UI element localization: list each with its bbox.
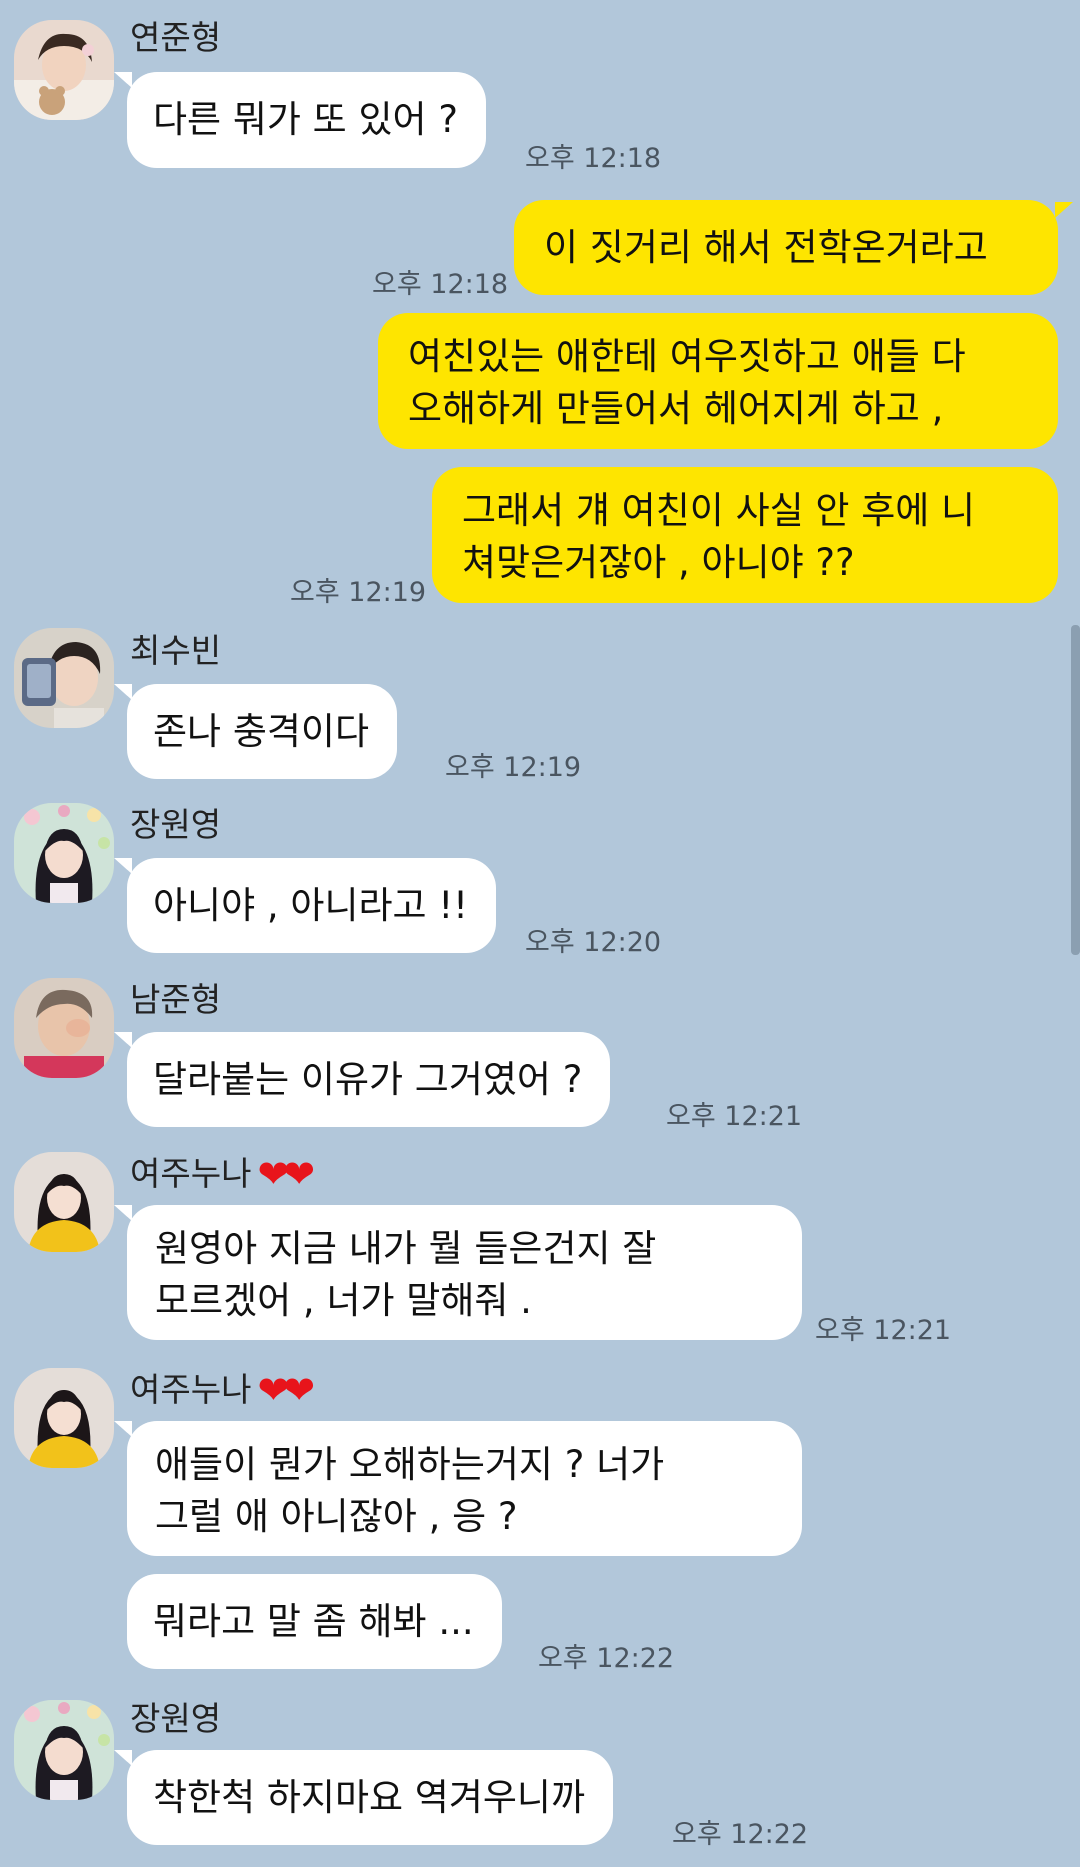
bubble-tail: [1055, 202, 1073, 218]
message-text-line: 원영아 지금 내가 뭘 들은건지 잘: [155, 1227, 657, 1270]
bubble-tail: [114, 1421, 132, 1437]
message-bubble-outgoing[interactable]: 그래서 걔 여친이 사실 안 후에 니 쳐맞은거잖아 , 아니야 ??: [432, 467, 1058, 603]
message-time: 오후 12:19: [445, 752, 582, 783]
bubble-tail: [114, 1032, 132, 1048]
message-time: 오후 12:22: [672, 1819, 809, 1850]
message-bubble[interactable]: 달라붙는 이유가 그거였어 ?: [127, 1032, 611, 1127]
avatar-yeoju[interactable]: [14, 1368, 114, 1468]
avatar-namjoon[interactable]: [14, 978, 114, 1078]
message-bubble-outgoing[interactable]: 여친있는 애한테 여우짓하고 애들 다 오해하게 만들어서 헤어지게 하고 ,: [378, 313, 1058, 449]
message-text-line: 그럴 애 아니잖아 , 응 ?: [155, 1495, 518, 1538]
avatar-soobin[interactable]: [14, 628, 114, 728]
message-bubble[interactable]: 다른 뭐가 또 있어 ?: [127, 72, 486, 168]
avatar-yeonjun[interactable]: [14, 20, 114, 120]
message-bubble[interactable]: 아니야 , 아니라고 !!: [127, 858, 496, 953]
message-bubble-outgoing[interactable]: 이 짓거리 해서 전학온거라고: [514, 200, 1058, 295]
message-time: 오후 12:21: [666, 1101, 803, 1132]
sender-name: 연준형: [130, 18, 222, 57]
message-text-line: 오해하게 만들어서 헤어지게 하고 ,: [408, 387, 944, 430]
message-text: 달라붙는 이유가 그거였어 ?: [153, 1058, 583, 1101]
profile-photo-icon: [14, 978, 114, 1078]
sender-name: 여주누나 ❤❤: [130, 1368, 315, 1412]
message-text: 이 짓거리 해서 전학온거라고: [544, 226, 988, 269]
message-text-line: 쳐맞은거잖아 , 아니야 ??: [462, 541, 855, 584]
message-time: 오후 12:18: [525, 143, 662, 174]
message-time: 오후 12:18: [372, 269, 509, 300]
message-text-line: 애들이 뭔가 오해하는거지 ? 너가: [155, 1443, 665, 1486]
message-text: 다른 뭐가 또 있어 ?: [153, 98, 458, 141]
message-bubble[interactable]: 원영아 지금 내가 뭘 들은건지 잘 모르겠어 , 너가 말해줘 .: [127, 1205, 802, 1340]
sender-name: 여주누나 ❤❤: [130, 1152, 315, 1196]
message-bubble[interactable]: 애들이 뭔가 오해하는거지 ? 너가 그럴 애 아니잖아 , 응 ?: [127, 1421, 802, 1556]
profile-photo-icon: [14, 20, 114, 120]
message-text: 존나 충격이다: [153, 710, 370, 753]
message-time: 오후 12:22: [538, 1643, 675, 1674]
avatar-wonyoung[interactable]: [14, 1700, 114, 1800]
bubble-tail: [114, 1205, 132, 1221]
sender-name-text: 여주누나: [130, 1154, 252, 1193]
bubble-tail: [114, 1750, 132, 1766]
message-bubble[interactable]: 뭐라고 말 좀 해봐 ...: [127, 1574, 502, 1669]
bubble-tail: [114, 684, 132, 700]
message-time: 오후 12:21: [815, 1315, 952, 1346]
heart-icon: ❤❤: [257, 1368, 315, 1412]
bubble-tail: [114, 858, 132, 874]
bubble-tail: [114, 72, 132, 88]
profile-photo-icon: [14, 803, 114, 903]
scrollbar[interactable]: [1071, 625, 1080, 955]
profile-photo-icon: [14, 1368, 114, 1468]
message-time: 오후 12:20: [525, 927, 662, 958]
profile-photo-icon: [14, 1152, 114, 1252]
message-text-line: 모르겠어 , 너가 말해줘 .: [155, 1279, 532, 1322]
message-text: 착한척 하지마요 역겨우니까: [153, 1776, 586, 1819]
sender-name: 최수빈: [130, 631, 222, 670]
message-bubble[interactable]: 착한척 하지마요 역겨우니까: [127, 1750, 614, 1845]
profile-photo-icon: [14, 1700, 114, 1800]
message-text-line: 그래서 걔 여친이 사실 안 후에 니: [462, 489, 976, 532]
message-text: 뭐라고 말 좀 해봐 ...: [153, 1600, 474, 1643]
sender-name: 장원영: [130, 805, 222, 844]
heart-icon: ❤❤: [257, 1152, 315, 1196]
sender-name: 장원영: [130, 1699, 222, 1738]
avatar-wonyoung[interactable]: [14, 803, 114, 903]
avatar-yeoju[interactable]: [14, 1152, 114, 1252]
message-bubble[interactable]: 존나 충격이다: [127, 684, 398, 779]
message-text: 아니야 , 아니라고 !!: [153, 884, 468, 927]
message-text-line: 여친있는 애한테 여우짓하고 애들 다: [408, 335, 966, 378]
sender-name-text: 여주누나: [130, 1370, 252, 1409]
profile-photo-icon: [14, 628, 114, 728]
sender-name: 남준형: [130, 980, 222, 1019]
message-time: 오후 12:19: [290, 577, 427, 608]
